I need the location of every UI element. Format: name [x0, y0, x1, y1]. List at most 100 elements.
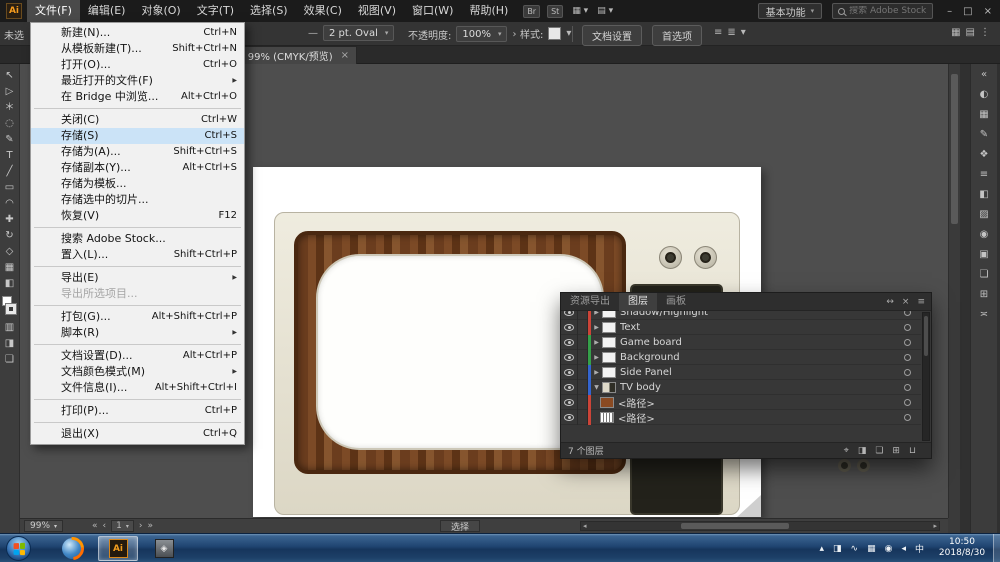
show-desktop-button[interactable]: [993, 534, 1000, 562]
taskbar-clock[interactable]: 10:50 2018/8/30: [930, 537, 994, 559]
stroke-swatch[interactable]: [6, 304, 16, 314]
layer-row-background[interactable]: ▶Background: [561, 350, 921, 365]
style-swatch[interactable]: [548, 27, 561, 40]
layer-row-path-1[interactable]: <路径>: [561, 395, 921, 410]
target-circle[interactable]: [904, 384, 911, 391]
menu-item-scripts[interactable]: 脚本(R): [31, 325, 244, 341]
lock-toggle[interactable]: [578, 311, 588, 320]
menu-help[interactable]: 帮助(H): [461, 0, 516, 22]
draw-normal-mode-icon[interactable]: ▥: [5, 321, 14, 334]
horizontal-scrollbar[interactable]: ◂ ▸: [580, 521, 940, 531]
target-circle[interactable]: [904, 414, 911, 421]
menu-item-save-as-template[interactable]: 存储为模板...: [31, 176, 244, 192]
expand-arrow-icon[interactable]: ▶: [591, 339, 602, 346]
menu-type[interactable]: 文字(T): [189, 0, 242, 22]
menu-view[interactable]: 视图(V): [350, 0, 404, 22]
bridge-icon[interactable]: Br: [523, 5, 540, 18]
menu-file[interactable]: 文件(F): [27, 0, 80, 22]
target-circle[interactable]: [904, 339, 911, 346]
appearance-panel-icon[interactable]: ◉: [980, 229, 989, 240]
grid-icon[interactable]: ▦: [951, 27, 960, 38]
arrange-documents-icon[interactable]: ▦ ▾: [572, 6, 588, 16]
search-input[interactable]: [849, 6, 927, 16]
visibility-toggle[interactable]: [561, 395, 578, 410]
menu-item-browse-in-bridge[interactable]: 在 Bridge 中浏览...Alt+Ctrl+O: [31, 89, 244, 105]
menu-item-package[interactable]: 打包(G)...Alt+Shift+Ctrl+P: [31, 309, 244, 325]
expand-arrow-icon[interactable]: ▶: [591, 311, 602, 316]
panel-menu-icon[interactable]: ≡: [917, 297, 925, 307]
magic-wand-tool[interactable]: ＊: [5, 101, 15, 114]
tab-asset-export[interactable]: 资源导出: [561, 293, 619, 311]
menu-item-new[interactable]: 新建(N)...Ctrl+N: [31, 25, 244, 41]
expand-arrow-icon[interactable]: ▶: [591, 369, 602, 376]
menu-item-export[interactable]: 导出(E): [31, 270, 244, 286]
menu-item-save[interactable]: 存储(S)Ctrl+S: [31, 128, 244, 144]
graphic-styles-panel-icon[interactable]: ▣: [979, 249, 988, 260]
new-layer-icon[interactable]: ⊞: [892, 446, 900, 456]
clipping-mask-icon[interactable]: ◨: [858, 446, 867, 456]
pencil-tool[interactable]: ✚: [5, 213, 13, 226]
lock-toggle[interactable]: [578, 335, 588, 350]
next-artboard-icon[interactable]: ›: [139, 521, 143, 531]
target-circle[interactable]: [904, 324, 911, 331]
menu-item-search-adobe-stock[interactable]: 搜索 Adobe Stock...: [31, 231, 244, 247]
menu-item-close[interactable]: 关闭(C)Ctrl+W: [31, 112, 244, 128]
stroke-panel-icon[interactable]: ≡: [980, 169, 988, 180]
menu-object[interactable]: 对象(O): [133, 0, 188, 22]
taskbar-illustrator-button[interactable]: Ai: [98, 536, 138, 561]
chevron-right-icon[interactable]: ›: [512, 29, 516, 40]
locate-object-icon[interactable]: ⌖: [844, 446, 849, 456]
color-panel-icon[interactable]: ◐: [980, 89, 989, 100]
previous-artboard-icon[interactable]: ‹: [103, 521, 107, 531]
layer-row-text[interactable]: ▶Text: [561, 320, 921, 335]
distribute-icon[interactable]: ≣: [727, 27, 735, 38]
lock-toggle[interactable]: [578, 410, 588, 425]
taskbar-browser-button[interactable]: [52, 536, 92, 561]
pen-tool[interactable]: ✎: [5, 133, 13, 146]
artboards-panel-icon[interactable]: ⊞: [980, 289, 988, 300]
target-circle[interactable]: [904, 354, 911, 361]
target-circle[interactable]: [904, 399, 911, 406]
tray-display-icon[interactable]: ◨: [833, 544, 842, 554]
menu-item-open[interactable]: 打开(O)...Ctrl+O: [31, 57, 244, 73]
chevron-down-icon[interactable]: ▾: [741, 27, 746, 38]
layer-row-game-board[interactable]: ▶Game board: [561, 335, 921, 350]
chevron-down-icon[interactable]: ▾: [566, 28, 571, 39]
type-tool[interactable]: T: [6, 149, 12, 162]
visibility-toggle[interactable]: [561, 380, 578, 395]
lasso-tool[interactable]: ◌: [5, 117, 14, 130]
mesh-tool[interactable]: ▦: [5, 261, 14, 274]
rotate-tool[interactable]: ↻: [5, 229, 13, 242]
swatches-panel-icon[interactable]: ▦: [979, 109, 988, 120]
last-artboard-icon[interactable]: »: [147, 521, 153, 531]
brushes-panel-icon[interactable]: ✎: [980, 129, 988, 140]
draw-behind-mode-icon[interactable]: ◨: [5, 337, 14, 350]
workspace-switcher[interactable]: 基本功能▾: [758, 3, 823, 19]
panel-icon[interactable]: ▤: [966, 27, 975, 38]
visibility-toggle[interactable]: [561, 410, 578, 425]
expand-arrow-icon[interactable]: ▶: [591, 324, 602, 331]
panel-resize-icon[interactable]: ↔: [886, 297, 894, 307]
new-sublayer-icon[interactable]: ❏: [875, 446, 883, 456]
symbols-panel-icon[interactable]: ❖: [980, 149, 989, 160]
menu-item-place[interactable]: 置入(L)...Shift+Ctrl+P: [31, 247, 244, 263]
tv-knob[interactable]: [659, 246, 682, 269]
visibility-toggle[interactable]: [561, 365, 578, 380]
zoom-level-dropdown[interactable]: 99%▾: [24, 520, 63, 532]
stock-icon[interactable]: St: [547, 5, 563, 18]
gradient-tool[interactable]: ◧: [5, 277, 14, 290]
rectangle-tool[interactable]: ▭: [5, 181, 14, 194]
restore-button[interactable]: □: [963, 6, 972, 17]
tab-artboards[interactable]: 画板: [657, 293, 695, 311]
lock-toggle[interactable]: [578, 365, 588, 380]
layers-panel-icon[interactable]: ❏: [980, 269, 989, 280]
selection-tool[interactable]: ↖: [5, 69, 13, 82]
taskbar-app-button[interactable]: ◈: [144, 536, 184, 561]
brush-definition-dropdown[interactable]: 2 pt. Oval▾: [323, 25, 394, 41]
lock-toggle[interactable]: [578, 320, 588, 335]
layer-row-side-panel[interactable]: ▶Side Panel: [561, 365, 921, 380]
menu-item-document-setup[interactable]: 文档设置(D)...Alt+Ctrl+P: [31, 348, 244, 364]
language-indicator[interactable]: 中: [915, 542, 924, 555]
preferences-button[interactable]: 首选项: [652, 25, 702, 46]
layer-row-path-2[interactable]: <路径>: [561, 410, 921, 425]
